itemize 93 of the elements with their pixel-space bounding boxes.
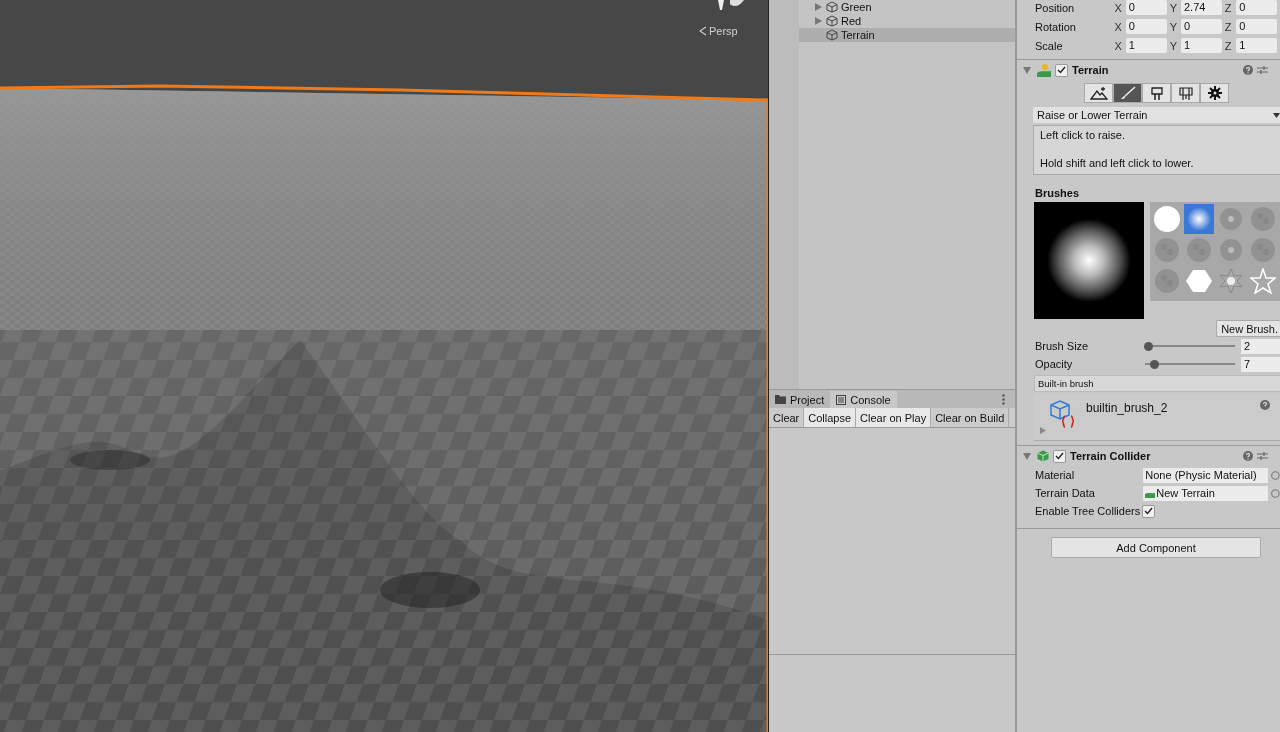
expand-arrow-icon[interactable] (815, 17, 822, 25)
foldout-arrow-icon[interactable] (1023, 452, 1031, 460)
toolbar-toggle[interactable]: Collapse (804, 408, 857, 427)
expand-arrow-icon[interactable] (1040, 427, 1046, 434)
add-component-button[interactable]: Add Component (1051, 537, 1261, 558)
section-heading: Brushes (1035, 187, 1081, 199)
number-field[interactable]: 0 (1180, 19, 1222, 34)
folder-icon (775, 395, 786, 404)
console-icon (836, 394, 847, 405)
chevron-left-icon (699, 26, 707, 36)
settings-sliders-icon[interactable] (1257, 451, 1268, 461)
property-label: Scale (1035, 39, 1064, 52)
object-field[interactable]: New Terrain (1143, 485, 1269, 501)
enable-checkbox[interactable] (1053, 449, 1066, 463)
terrain-icon (1037, 63, 1051, 77)
expand-arrow-icon[interactable] (815, 3, 822, 11)
property-label: Material (1035, 469, 1076, 481)
brush-swatch[interactable] (1248, 204, 1278, 234)
axis-label: X (1114, 20, 1123, 33)
help-text: Hold shift and left click to lower. (1040, 157, 1195, 169)
brush-swatch[interactable] (1152, 204, 1182, 234)
number-field[interactable]: 1 (1180, 38, 1222, 53)
number-field[interactable]: 0 (1125, 0, 1167, 15)
property-label: Opacity (1035, 358, 1074, 370)
section-header: Built-in brush (1034, 375, 1280, 392)
help-icon[interactable] (1243, 65, 1253, 75)
toolbar-toggle[interactable]: Clear on Build (931, 408, 1010, 427)
slider-thumb[interactable] (1144, 341, 1153, 351)
dropdown-arrow-icon (1273, 112, 1280, 118)
axis-label: Z (1224, 39, 1233, 52)
axis-label: Y (1169, 39, 1178, 52)
axis-label: X (1114, 39, 1123, 52)
terrain-tool-button[interactable] (1200, 83, 1229, 103)
cube-icon (826, 1, 838, 13)
number-field[interactable]: 1 (1125, 38, 1167, 53)
script-cube-icon (1050, 400, 1076, 428)
number-field[interactable]: 0 (1125, 19, 1167, 34)
help-text: Left click to raise. (1040, 129, 1126, 141)
foldout-arrow-icon[interactable] (1023, 66, 1031, 74)
more-options-icon[interactable] (1002, 393, 1005, 405)
new-brush-button[interactable]: New Brush. (1216, 320, 1280, 337)
mountain-icon (1089, 86, 1108, 100)
axis-label: Y (1169, 1, 1178, 14)
help-icon[interactable] (1243, 451, 1253, 461)
brush-swatch[interactable] (1184, 204, 1214, 234)
help-icon[interactable] (1260, 400, 1270, 410)
object-field[interactable]: None (Physic Material) (1143, 467, 1269, 483)
camera-mode-label[interactable]: Persp (709, 25, 738, 37)
property-label: Enable Tree Colliders (1035, 505, 1141, 517)
terrain-tool-button[interactable] (1142, 83, 1171, 103)
hierarchy-item[interactable]: Green (799, 0, 1015, 14)
hierarchy-item[interactable]: Red (799, 14, 1015, 28)
terrain-tool-button[interactable] (1084, 83, 1113, 103)
number-field[interactable]: 2 (1241, 338, 1280, 354)
settings-icon (1207, 86, 1222, 100)
collider-cube-icon (1037, 450, 1049, 462)
axis-label: Y (1169, 20, 1178, 33)
brush-swatch[interactable] (1248, 235, 1278, 265)
cube-icon (826, 29, 838, 41)
number-field[interactable]: 1 (1236, 38, 1277, 53)
brush-swatch[interactable] (1152, 235, 1182, 265)
panel-tab[interactable]: Console (830, 391, 897, 408)
axis-label: X (1114, 1, 1123, 14)
property-label: Position (1035, 1, 1076, 14)
settings-sliders-icon[interactable] (1257, 65, 1268, 75)
property-label: Rotation (1035, 20, 1077, 33)
number-field[interactable]: 7 (1241, 356, 1280, 372)
toolbar-toggle[interactable]: Clear on Play (856, 408, 932, 427)
panel-tab[interactable]: Project (769, 391, 831, 408)
checkbox[interactable] (1142, 504, 1156, 518)
enable-checkbox[interactable] (1055, 63, 1068, 77)
tool-mode-dropdown[interactable]: Raise or Lower Terrain (1033, 107, 1280, 123)
number-field[interactable]: 0 (1236, 19, 1277, 34)
brush-icon (1119, 86, 1136, 100)
component-title: Terrain (1072, 64, 1109, 76)
property-label: Terrain Data (1035, 487, 1096, 499)
grass-icon (1177, 85, 1194, 101)
component-title: Terrain Collider (1070, 450, 1151, 462)
brush-swatch[interactable] (1184, 235, 1214, 265)
asset-name: builtin_brush_2 (1086, 401, 1168, 415)
number-field[interactable]: 2.74 (1180, 0, 1222, 15)
cube-icon (826, 15, 838, 27)
brush-swatch[interactable] (1152, 266, 1182, 296)
scene-gizmo-icon[interactable] (716, 0, 746, 12)
brush-swatch[interactable] (1248, 266, 1278, 296)
number-field[interactable]: 0 (1236, 0, 1277, 15)
property-label: Brush Size (1035, 340, 1090, 352)
axis-label: Z (1224, 20, 1233, 33)
slider-thumb[interactable] (1150, 359, 1160, 369)
tree-icon (1148, 85, 1165, 101)
hierarchy-item[interactable]: Terrain (799, 28, 1015, 42)
axis-label: Z (1224, 1, 1233, 14)
terrain-tool-button[interactable] (1171, 83, 1200, 103)
